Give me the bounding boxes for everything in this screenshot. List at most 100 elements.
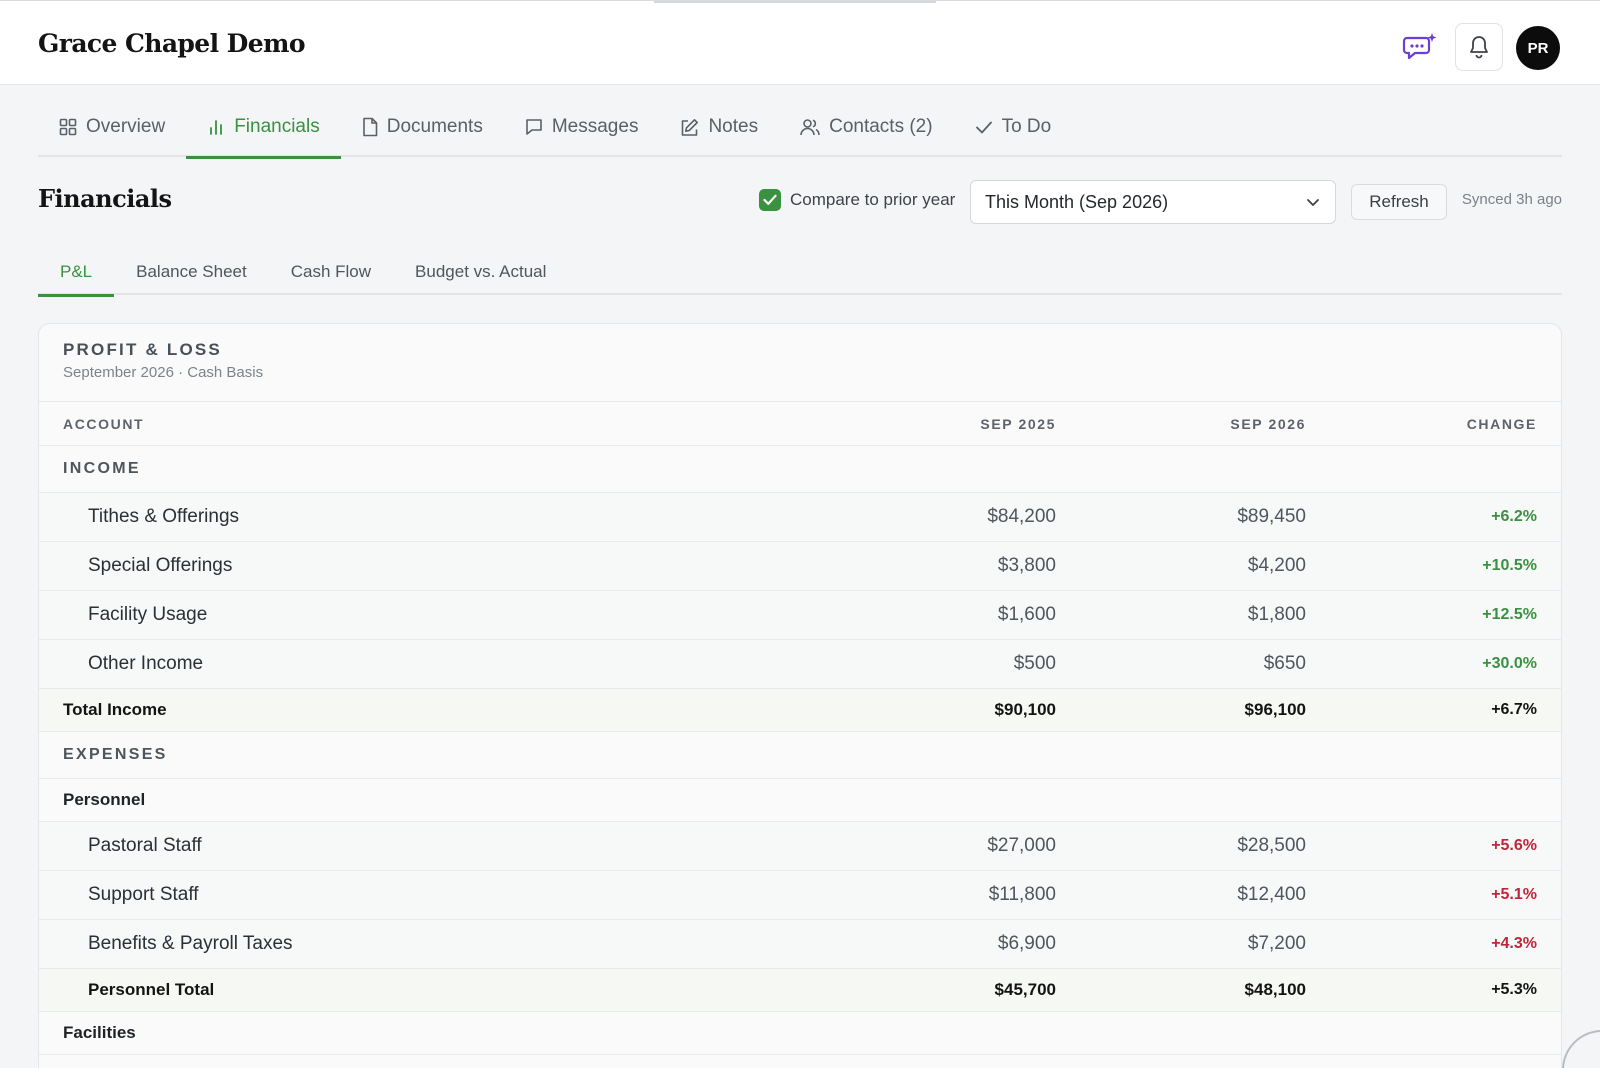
document-icon <box>362 117 378 137</box>
table-body: INCOME Tithes & Offerings $84,200 $89,450 +6… <box>39 446 1561 1055</box>
row-curr-value: $12,400 <box>1237 884 1306 905</box>
row-curr-value: $4,200 <box>1247 555 1306 576</box>
ai-chat-button[interactable] <box>1400 27 1440 67</box>
row-prev-value: $500 <box>1013 653 1056 674</box>
row-account: Total Income <box>63 700 167 719</box>
row-account: Benefits & Payroll Taxes <box>88 933 293 954</box>
table-row: Other Income $500 $650 +30.0% <box>39 640 1561 689</box>
tab-budget-vs-actual[interactable]: Budget vs. Actual <box>393 249 568 295</box>
compare-checkbox[interactable] <box>759 189 781 211</box>
tab-balance-sheet[interactable]: Balance Sheet <box>114 249 269 295</box>
grid-icon <box>59 118 77 136</box>
row-change-value: +6.7% <box>1491 701 1537 718</box>
column-header-curr: SEP 2026 <box>1230 415 1306 432</box>
row-prev-value: $1,600 <box>997 604 1056 625</box>
row-change-value: +5.3% <box>1491 981 1537 998</box>
row-curr-value: $28,500 <box>1237 835 1306 856</box>
row-curr-value: $1,800 <box>1247 604 1306 625</box>
row-account: EXPENSES <box>63 746 168 763</box>
notifications-button[interactable] <box>1455 23 1503 71</box>
page-title: Financials <box>38 184 172 213</box>
table-header-row: ACCOUNT SEP 2025 SEP 2026 CHANGE <box>39 402 1561 446</box>
financials-header: Financials Compare to prior year This Mo… <box>38 177 1562 227</box>
row-prev-value: $45,700 <box>994 980 1056 999</box>
user-avatar[interactable]: PR <box>1516 26 1560 70</box>
tab-label: Notes <box>708 116 759 137</box>
org-title: Grace Chapel Demo <box>38 29 306 58</box>
row-account: Facility Usage <box>88 604 208 625</box>
column-header-change: CHANGE <box>1466 415 1537 432</box>
row-change-value: +12.5% <box>1482 606 1537 623</box>
table-row: EXPENSES <box>39 732 1561 779</box>
table-row: Facility Usage $1,600 $1,800 +12.5% <box>39 591 1561 640</box>
table-row: Personnel <box>39 779 1561 822</box>
row-curr-value: $48,100 <box>1244 980 1306 999</box>
row-change-value: +6.2% <box>1491 508 1537 525</box>
tab-label: Overview <box>86 116 166 137</box>
table-row: INCOME <box>39 446 1561 493</box>
sync-status: Synced 3h ago <box>1461 191 1562 208</box>
bar-chart-icon <box>210 120 223 135</box>
compare-label: Compare to prior year <box>790 190 956 209</box>
top-bar: Grace Chapel Demo PR <box>0 1 1600 85</box>
column-header-prev: SEP 2025 <box>980 415 1056 432</box>
contacts-icon <box>800 119 820 136</box>
tab-messages[interactable]: Messages <box>504 97 660 157</box>
tab-label: To Do <box>1001 116 1052 137</box>
loading-indicator <box>654 1 936 3</box>
table-row: Pastoral Staff $27,000 $28,500 +5.6% <box>39 822 1561 871</box>
app-frame: Grace Chapel Demo PR Overview Financials… <box>0 0 1600 1068</box>
row-account: Facilities <box>63 1023 136 1042</box>
row-account: Other Income <box>88 653 204 674</box>
row-curr-value: $89,450 <box>1237 506 1306 527</box>
tab-overview[interactable]: Overview <box>38 97 186 157</box>
message-icon <box>526 119 542 135</box>
tab-label: Contacts (2) <box>829 116 933 137</box>
check-icon <box>975 121 992 134</box>
table-row: Benefits & Payroll Taxes $6,900 $7,200 +4.3… <box>39 920 1561 969</box>
tab-label: Messages <box>551 116 639 137</box>
period-selected-value: This Month (Sep 2026) <box>985 191 1169 212</box>
row-curr-value: $7,200 <box>1247 933 1306 954</box>
row-account: Personnel <box>63 790 146 809</box>
row-change-value: +10.5% <box>1482 557 1537 574</box>
edit-icon <box>682 118 699 136</box>
window-corner <box>1562 1030 1600 1068</box>
chevron-down-icon <box>1307 199 1319 206</box>
tab-label: Documents <box>386 116 483 137</box>
row-prev-value: $6,900 <box>997 933 1056 954</box>
table-row: Facilities <box>39 1012 1561 1055</box>
row-change-value: +4.3% <box>1491 935 1537 952</box>
row-account: Support Staff <box>88 884 199 905</box>
tab-financials[interactable]: Financials <box>186 97 341 159</box>
tab-documents[interactable]: Documents <box>341 97 504 157</box>
tab-pl[interactable]: P&L <box>38 249 115 297</box>
tab-cash-flow[interactable]: Cash Flow <box>269 249 393 295</box>
compare-prior-year-toggle[interactable]: Compare to prior year <box>759 189 955 211</box>
row-change-value: +30.0% <box>1482 655 1537 672</box>
table-row: Total Income $90,100 $96,100 +6.7% <box>39 689 1561 732</box>
row-account: Special Offerings <box>88 555 233 576</box>
period-select[interactable]: This Month (Sep 2026) <box>970 180 1336 224</box>
refresh-button[interactable]: Refresh <box>1351 184 1447 220</box>
tab-notes[interactable]: Notes <box>659 97 779 157</box>
row-change-value: +5.1% <box>1491 886 1537 903</box>
checkmark-icon <box>763 194 777 205</box>
main-tab-bar: Overview Financials Documents Messages N… <box>38 97 1562 159</box>
row-prev-value: $90,100 <box>994 700 1056 719</box>
row-curr-value: $96,100 <box>1244 700 1306 719</box>
row-account: INCOME <box>63 460 141 477</box>
bell-icon <box>1470 36 1488 59</box>
row-curr-value: $650 <box>1263 653 1306 674</box>
report-subtitle: September 2026 · Cash Basis <box>63 364 264 381</box>
row-account: Pastoral Staff <box>88 835 202 856</box>
ai-chat-icon <box>1402 33 1437 60</box>
tab-contacts[interactable]: Contacts (2) <box>779 97 953 157</box>
report-title: PROFIT & LOSS <box>63 340 222 359</box>
column-header-account: ACCOUNT <box>63 415 145 432</box>
tab-todo[interactable]: To Do <box>954 97 1073 157</box>
row-prev-value: $3,800 <box>997 555 1056 576</box>
table-row: Tithes & Offerings $84,200 $89,450 +6.2% <box>39 493 1561 542</box>
row-change-value: +5.6% <box>1491 837 1537 854</box>
profit-loss-card: PROFIT & LOSS September 2026 · Cash Basi… <box>38 323 1562 1068</box>
